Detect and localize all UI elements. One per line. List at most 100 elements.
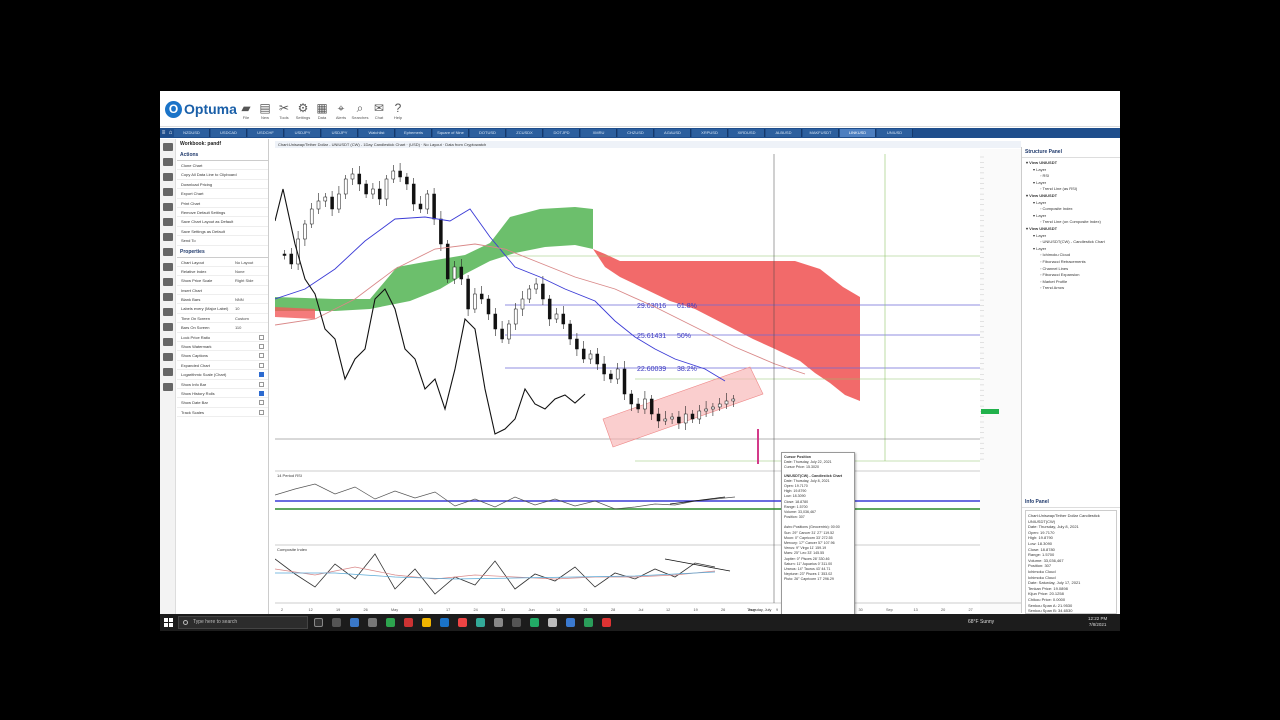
workbook-tab[interactable]: UNIUSD bbox=[877, 129, 913, 137]
app-icon[interactable] bbox=[494, 618, 503, 627]
tree-node[interactable]: ▾ Layer bbox=[1024, 180, 1118, 187]
workbook-tab[interactable]: CHZUSD bbox=[618, 129, 654, 137]
property-row[interactable]: Blank Bars NNN bbox=[177, 295, 268, 305]
property-checkbox[interactable] bbox=[259, 362, 264, 368]
action-item[interactable]: Export Chart bbox=[177, 189, 268, 199]
app-icon[interactable] bbox=[440, 618, 449, 627]
toolbar-icon[interactable] bbox=[163, 218, 173, 226]
tree-node[interactable]: ◦ Fibonacci Retracements bbox=[1024, 259, 1118, 266]
tree-node[interactable]: ◦ Fibonacci Expansion bbox=[1024, 272, 1118, 279]
toolbar-icon[interactable] bbox=[163, 293, 173, 301]
workbook-tab[interactable]: USDCHF bbox=[248, 129, 284, 137]
app-icon[interactable] bbox=[602, 618, 611, 627]
workbook-tab[interactable]: ALBUSD bbox=[766, 129, 802, 137]
tree-node[interactable]: ◦ RSI bbox=[1024, 173, 1118, 180]
tree-node[interactable]: ◦ Ichimoku Cloud bbox=[1024, 252, 1118, 259]
windows-start-icon[interactable] bbox=[164, 618, 173, 627]
property-row[interactable]: Show Watermark bbox=[177, 342, 268, 352]
property-checkbox[interactable] bbox=[259, 381, 264, 387]
app-icon[interactable] bbox=[476, 618, 485, 627]
app-icon[interactable] bbox=[530, 618, 539, 627]
property-row[interactable]: Show Date Bar bbox=[177, 398, 268, 408]
tree-node[interactable]: ◦ Market Profile bbox=[1024, 279, 1118, 286]
app-icon[interactable] bbox=[332, 618, 341, 627]
property-checkbox[interactable] bbox=[259, 372, 264, 378]
property-row[interactable]: Show Captions bbox=[177, 351, 268, 361]
property-value[interactable]: Right Side bbox=[235, 276, 253, 285]
home-icon[interactable]: ⌂ bbox=[167, 130, 174, 136]
tree-node[interactable]: ▾ Layer bbox=[1024, 213, 1118, 220]
workbook-tab[interactable]: XMRU bbox=[581, 129, 617, 137]
workbook-tab[interactable]: Square of Nine bbox=[433, 129, 469, 137]
workbook-tab[interactable]: LINKUSD bbox=[840, 129, 876, 137]
workbook-tab[interactable]: AGAUSD bbox=[655, 129, 691, 137]
tree-node[interactable]: ◦ UNIUSDT(CW) - Candlestick Chart bbox=[1024, 239, 1118, 246]
toolbar-icon[interactable] bbox=[163, 158, 173, 166]
app-icon[interactable] bbox=[404, 618, 413, 627]
toolbar-icon[interactable] bbox=[163, 263, 173, 271]
property-value[interactable]: None bbox=[235, 267, 245, 276]
action-item[interactable]: Remove Default Settings bbox=[177, 208, 268, 218]
tools-button[interactable]: ✂ Tools bbox=[274, 101, 294, 125]
tree-node[interactable]: ▾ Layer bbox=[1024, 200, 1118, 207]
property-checkbox[interactable] bbox=[259, 334, 264, 340]
property-row[interactable]: Time On Screen Custom bbox=[177, 314, 268, 324]
property-row[interactable]: Logarithmic Scale (Chart) bbox=[177, 370, 268, 380]
new-button[interactable]: ▤ New bbox=[255, 101, 275, 125]
tree-node[interactable]: ▾ Layer bbox=[1024, 233, 1118, 240]
help-button[interactable]: ? Help bbox=[388, 101, 408, 125]
app-icon[interactable] bbox=[512, 618, 521, 627]
app-icon[interactable] bbox=[584, 618, 593, 627]
chat-button[interactable]: ✉ Chat bbox=[369, 101, 389, 125]
tree-node[interactable]: ▾ View UNIUSDT bbox=[1024, 160, 1118, 167]
app-icon[interactable] bbox=[422, 618, 431, 627]
action-item[interactable]: Save Chart Layout as Default bbox=[177, 217, 268, 227]
tree-node[interactable]: ◦ Trend Arrow bbox=[1024, 285, 1118, 292]
property-checkbox[interactable] bbox=[259, 409, 264, 415]
menu-icon[interactable]: ≡ bbox=[160, 130, 167, 136]
property-checkbox[interactable] bbox=[259, 353, 264, 359]
property-checkbox[interactable] bbox=[259, 400, 264, 406]
toolbar-icon[interactable] bbox=[163, 353, 173, 361]
property-checkbox[interactable] bbox=[259, 344, 264, 350]
alerts-button[interactable]: ⌖ Alerts bbox=[331, 101, 351, 125]
toolbar-icon[interactable] bbox=[163, 338, 173, 346]
toolbar-icon[interactable] bbox=[163, 173, 173, 181]
workbook-tab[interactable]: USDJPY bbox=[322, 129, 358, 137]
property-row[interactable]: Bars On Screen 110 bbox=[177, 323, 268, 333]
workbook-tab[interactable]: USDCAD bbox=[211, 129, 247, 137]
toolbar-icon[interactable] bbox=[163, 203, 173, 211]
property-row[interactable]: Show History Rolls bbox=[177, 389, 268, 399]
toolbar-icon[interactable] bbox=[163, 323, 173, 331]
tree-node[interactable]: ▾ View UNIUSDT bbox=[1024, 226, 1118, 233]
property-checkbox[interactable] bbox=[259, 390, 264, 396]
action-item[interactable]: Copy All Data Line to Clipboard bbox=[177, 170, 268, 180]
toolbar-icon[interactable] bbox=[163, 383, 173, 391]
property-value[interactable]: 10 bbox=[235, 304, 239, 313]
action-item[interactable]: Save Settings as Default bbox=[177, 227, 268, 237]
property-row[interactable]: Track Scales bbox=[177, 408, 268, 418]
property-row[interactable]: Lock Price Ratio bbox=[177, 333, 268, 343]
workbook-tab[interactable]: DOTJPD bbox=[544, 129, 580, 137]
workbook-tab[interactable]: XIRDUSD bbox=[729, 129, 765, 137]
file-button[interactable]: ▰ File bbox=[236, 101, 256, 125]
workbook-tab[interactable]: Ephemeris bbox=[396, 129, 432, 137]
workbook-tab[interactable]: NZDUSD bbox=[174, 129, 210, 137]
property-row[interactable]: Expanded Chart bbox=[177, 361, 268, 371]
action-item[interactable]: Clone Chart bbox=[177, 161, 268, 171]
tree-node[interactable]: ◦ Composite Index bbox=[1024, 206, 1118, 213]
toolbar-icon[interactable] bbox=[163, 188, 173, 196]
tree-node[interactable]: ◦ Channel Lines bbox=[1024, 266, 1118, 273]
property-row[interactable]: Chart Layout No Layout bbox=[177, 258, 268, 267]
workbook-tab[interactable]: ZCUSDX bbox=[507, 129, 543, 137]
tree-node[interactable]: ▾ View UNIUSDT bbox=[1024, 193, 1118, 200]
toolbar-icon[interactable] bbox=[163, 248, 173, 256]
property-value[interactable]: NNN bbox=[235, 295, 244, 304]
workbook-tab[interactable]: DOTUSD bbox=[470, 129, 506, 137]
app-icon[interactable] bbox=[350, 618, 359, 627]
property-row[interactable]: Show Info Bar bbox=[177, 380, 268, 389]
tree-node[interactable]: ◦ Trend Line (on Composite Index) bbox=[1024, 219, 1118, 226]
app-icon[interactable] bbox=[458, 618, 467, 627]
data-button[interactable]: ▦ Data bbox=[312, 101, 332, 125]
property-row[interactable]: Relative Index None bbox=[177, 267, 268, 277]
